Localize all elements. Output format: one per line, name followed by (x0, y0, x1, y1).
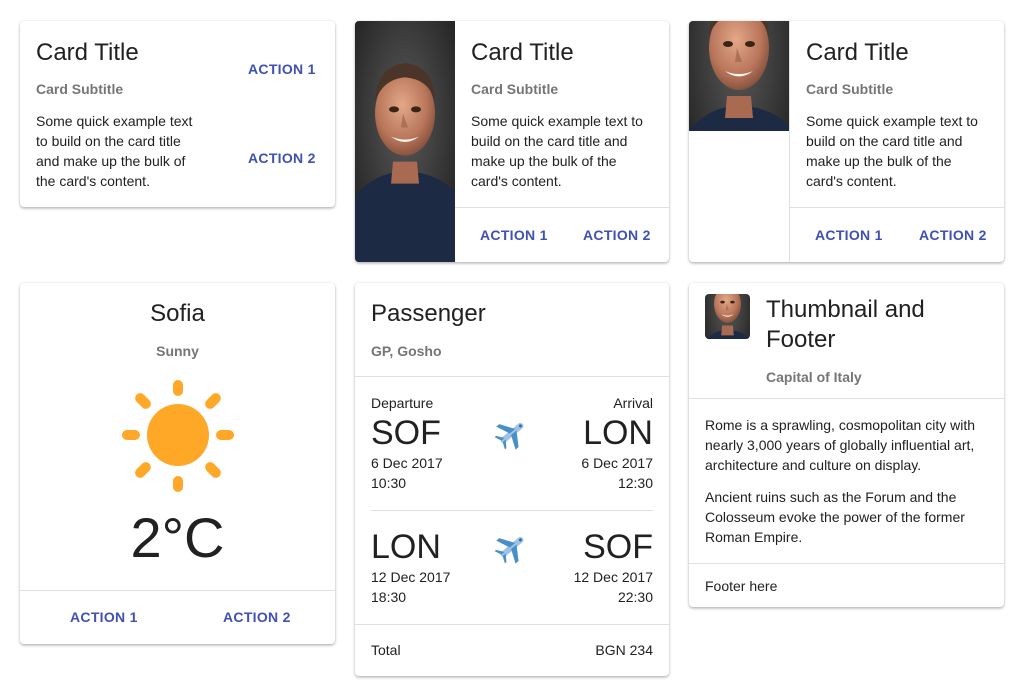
departure-time: 10:30 (371, 475, 407, 491)
action-2-button[interactable]: ACTION 2 (583, 227, 651, 243)
thumbnail-footer-card: Thumbnail and Footer Capital of Italy Ro… (689, 283, 1004, 607)
card-title: Card Title (806, 39, 909, 66)
card-subtitle: Capital of Italy (766, 369, 862, 385)
passenger-name: GP, Gosho (371, 343, 442, 359)
arrival-date: 6 Dec 2017 (581, 455, 653, 471)
arrival-date: 12 Dec 2017 (573, 569, 653, 585)
arrival-label: Arrival (613, 395, 653, 411)
airplane-icon (493, 528, 531, 566)
action-1-button[interactable]: ACTION 1 (480, 227, 548, 243)
action-1-button[interactable]: ACTION 1 (70, 609, 138, 625)
weather-temperature: 2°C (130, 506, 225, 569)
portrait-image (355, 21, 455, 262)
card-subtitle: Card Subtitle (36, 81, 124, 97)
card-footer: Footer here (705, 578, 778, 594)
flight-destination-code: SOF (583, 528, 653, 566)
weather-condition: Sunny (156, 343, 199, 359)
actions-divider (455, 207, 669, 208)
sun-icon (119, 378, 237, 496)
total-value: BGN 234 (595, 642, 653, 658)
total-label: Total (371, 642, 401, 658)
actions-divider (790, 207, 1004, 208)
media-divider (789, 21, 790, 262)
card-media-top: Card Title Card Subtitle Some quick exam… (689, 21, 1004, 262)
footer-divider (689, 563, 1004, 564)
departure-date: 12 Dec 2017 (371, 569, 451, 585)
card-title: Card Title (36, 39, 139, 66)
card-title: Thumbnail and Footer (766, 296, 925, 353)
actions-divider (20, 590, 335, 591)
card-text: Some quick example text to build on the … (471, 113, 643, 189)
flight-origin-code: SOF (371, 414, 441, 452)
total-divider (355, 624, 669, 625)
arrival-time: 12:30 (617, 475, 653, 491)
card-paragraph: Ancient ruins such as the Forum and the … (705, 489, 965, 545)
card-basic-side-actions: Card Title Card Subtitle Some quick exam… (20, 21, 335, 207)
card-subtitle: Card Subtitle (471, 81, 559, 97)
passenger-card: Passenger GP, Gosho Departure Arrival SO… (355, 283, 669, 676)
card-media-full: Card Title Card Subtitle Some quick exam… (355, 21, 669, 262)
action-2-button[interactable]: ACTION 2 (248, 150, 316, 166)
card-text: Some quick example text to build on the … (806, 113, 978, 189)
card-text: Some quick example text to build on the … (36, 113, 193, 189)
action-1-button[interactable]: ACTION 1 (815, 227, 883, 243)
arrival-time: 22:30 (617, 589, 653, 605)
header-divider (355, 376, 669, 377)
passenger-title: Passenger (371, 300, 486, 327)
flight-divider (371, 510, 653, 511)
avatar (705, 294, 750, 339)
departure-label: Departure (371, 395, 434, 411)
flight-origin-code: LON (371, 528, 441, 566)
flight-destination-code: LON (583, 414, 653, 452)
action-1-button[interactable]: ACTION 1 (248, 61, 316, 77)
portrait-image (689, 21, 789, 131)
action-2-button[interactable]: ACTION 2 (223, 609, 291, 625)
action-2-button[interactable]: ACTION 2 (919, 227, 987, 243)
departure-date: 6 Dec 2017 (371, 455, 443, 471)
card-title: Card Title (471, 39, 574, 66)
weather-card: Sofia Sunny 2°C ACTION 1 ACTION 2 (20, 283, 335, 644)
departure-time: 18:30 (371, 589, 407, 605)
card-paragraph: Rome is a sprawling, cosmopolitan city w… (705, 417, 975, 473)
airplane-icon (493, 414, 531, 452)
card-subtitle: Card Subtitle (806, 81, 894, 97)
weather-city: Sofia (150, 300, 205, 327)
header-divider (689, 398, 1004, 399)
